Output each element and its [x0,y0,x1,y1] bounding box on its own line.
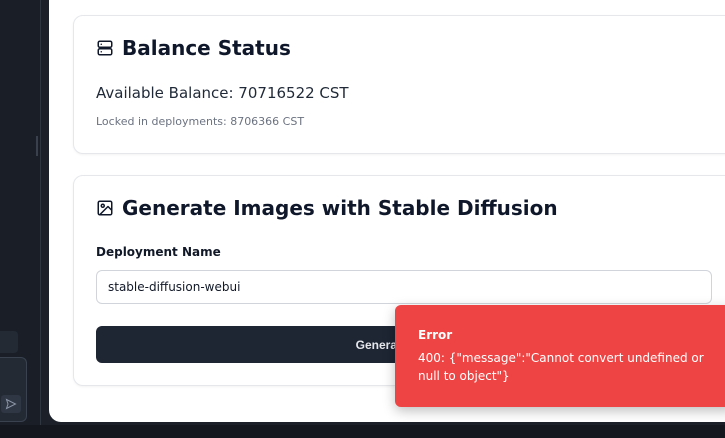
balance-card-title: Balance Status [96,36,291,60]
resize-handle[interactable] [36,136,38,156]
send-icon [5,398,17,410]
deployment-name-label: Deployment Name [96,245,221,259]
generate-title-text: Generate Images with Stable Diffusion [122,196,558,220]
server-icon [97,40,113,56]
toast-title: Error [418,328,453,342]
image-icon [97,200,113,216]
toast-message: 400: {"message":"Cannot convert undefine… [418,351,704,383]
send-button[interactable] [1,395,21,413]
available-balance: Available Balance: 70716522 CST [96,84,349,102]
left-chip [0,331,18,353]
error-toast[interactable]: Error 400: {"message":"Cannot convert un… [395,305,725,407]
locked-balance: Locked in deployments: 8706366 CST [96,115,305,128]
deployment-name-input[interactable]: stable-diffusion-webui [96,270,712,304]
bottom-strip [0,425,725,438]
generate-card-title: Generate Images with Stable Diffusion [96,196,558,220]
balance-title-text: Balance Status [122,36,291,60]
balance-status-card: Balance Status Available Balance: 707165… [73,15,725,154]
